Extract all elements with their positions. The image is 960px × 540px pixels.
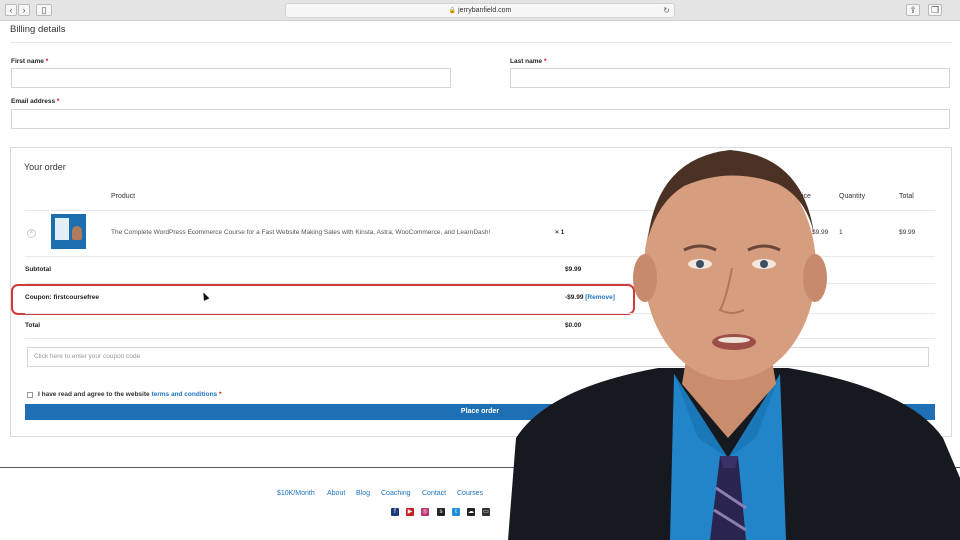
first-name-label: First name * <box>11 58 49 65</box>
thumbnail-graphic <box>55 218 69 240</box>
presenter-video-overlay <box>508 150 960 540</box>
close-icon: × <box>29 230 34 236</box>
footer-link-courses[interactable]: Courses <box>457 490 483 497</box>
subtotal-label: Subtotal <box>25 266 51 273</box>
divider <box>10 42 952 43</box>
product-name[interactable]: The Complete WordPress Ecommerce Course … <box>111 229 490 236</box>
tabs-icon: ❐ <box>930 5 940 15</box>
order-heading: Your order <box>24 162 66 172</box>
reload-icon[interactable]: ↻ <box>663 4 670 17</box>
forward-button[interactable]: › <box>18 4 30 16</box>
last-name-label: Last name * <box>510 58 547 65</box>
chevron-right-icon: › <box>22 5 26 15</box>
lock-icon: 🔒 <box>448 8 457 14</box>
remove-item-button[interactable]: × <box>27 229 36 238</box>
col-product: Product <box>111 193 136 200</box>
soundcloud-icon[interactable]: ☁ <box>467 508 475 516</box>
product-thumbnail[interactable] <box>51 214 86 249</box>
page: ‹ › ▯ 🔒 jerrybanfield.com ↻ ⇪ ❐ Billing d… <box>0 0 960 540</box>
email-label: Email address * <box>11 98 60 105</box>
steemit-icon[interactable]: s <box>437 508 445 516</box>
terms-label: I have read and agree to the website ter… <box>38 391 222 398</box>
footer-link-contact[interactable]: Contact <box>422 490 446 497</box>
address-bar[interactable]: 🔒 jerrybanfield.com ↻ <box>285 3 675 18</box>
back-button[interactable]: ‹ <box>5 4 17 16</box>
youtube-icon[interactable]: ▶ <box>406 508 414 516</box>
last-name-field[interactable] <box>510 68 950 88</box>
url-text: jerrybanfield.com <box>458 7 512 14</box>
browser-toolbar: ‹ › ▯ 🔒 jerrybanfield.com ↻ ⇪ ❐ <box>0 0 960 21</box>
twitter-icon[interactable]: t <box>452 508 460 516</box>
footer-link-about[interactable]: About <box>327 490 345 497</box>
footer-link-blog[interactable]: Blog <box>356 490 370 497</box>
email-field[interactable] <box>11 109 950 129</box>
footer-link-10k[interactable]: $10K/Month <box>277 490 315 497</box>
terms-checkbox[interactable] <box>27 392 33 398</box>
instagram-icon[interactable]: ◎ <box>421 508 429 516</box>
chevron-left-icon: ‹ <box>9 5 13 15</box>
tabs-button[interactable]: ❐ <box>928 4 942 16</box>
share-icon: ⇪ <box>909 5 917 15</box>
sidebar-button[interactable]: ▯ <box>36 4 52 16</box>
billing-heading: Billing details <box>10 24 66 35</box>
thumbnail-person <box>72 226 82 240</box>
facebook-icon[interactable]: f <box>391 508 399 516</box>
total-label: Total <box>25 322 41 329</box>
share-button[interactable]: ⇪ <box>906 4 920 16</box>
sidebar-icon: ▯ <box>41 5 47 15</box>
footer-link-coaching[interactable]: Coaching <box>381 490 411 497</box>
terms-link[interactable]: terms and conditions <box>151 391 217 398</box>
first-name-field[interactable] <box>11 68 451 88</box>
